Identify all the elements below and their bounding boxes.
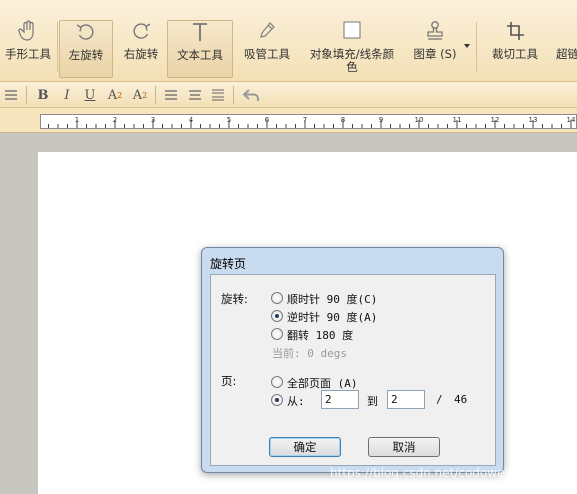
from-page-input[interactable]: 2 <box>321 390 359 409</box>
fill-color-icon <box>337 20 367 42</box>
current-rotation-text: 当前: 0 degs <box>272 347 347 360</box>
tool-label-wrap: 色 <box>346 60 358 74</box>
ruler-label: 11 <box>453 116 462 124</box>
ruler-label: 8 <box>341 116 345 124</box>
ruler-label: 10 <box>415 116 424 124</box>
text-tool-icon <box>185 21 215 43</box>
flip-180-radio[interactable] <box>271 328 283 340</box>
clockwise-90-label[interactable]: 顺时针 90 度(C) <box>287 291 377 307</box>
pdf-editor-window: 手形工具 左旋转 右旋转 文本工具 吸管工具 对象填充/线条颜 色 图章 (S)… <box>0 0 577 494</box>
paragraph-menu-icon[interactable] <box>2 86 20 104</box>
watermark-text: https://blog.csdn.net/codowei0306 <box>330 466 539 480</box>
ruler-label: 14 <box>567 116 576 124</box>
toolbar-divider <box>476 22 477 72</box>
ok-button[interactable]: 确定 <box>269 437 341 457</box>
flip-180-label[interactable]: 翻转 180 度 <box>287 327 353 343</box>
all-pages-label[interactable]: 全部页面 (A) <box>287 375 358 391</box>
tool-label: 右旋转 <box>123 47 159 61</box>
superscript-letter: A <box>107 87 118 103</box>
tool-label: 裁切工具 <box>492 47 538 61</box>
tool-label: 超链 <box>556 47 577 61</box>
ruler-label: 2 <box>113 116 117 124</box>
total-separator: / <box>436 393 443 406</box>
dialog-title: 旋转页 <box>210 257 247 271</box>
stamp-icon <box>420 20 450 42</box>
from-label[interactable]: 从: <box>287 393 305 409</box>
hand-tool-button[interactable]: 手形工具 <box>0 20 56 78</box>
ruler-label: 12 <box>491 116 500 124</box>
tool-label: 文本工具 <box>177 48 223 62</box>
rotate-page-dialog: 旋转页 旋转: 顺时针 90 度(C) 逆时针 90 度(A) 翻转 180 度… <box>201 247 504 473</box>
rotate-left-button[interactable]: 左旋转 <box>59 20 113 78</box>
stamp-dropdown-arrow[interactable] <box>464 44 470 48</box>
tool-label: 左旋转 <box>68 48 104 62</box>
fill-color-button[interactable]: 对象填充/线条颜 色 <box>301 20 403 78</box>
crop-icon <box>500 20 530 42</box>
cancel-button[interactable]: 取消 <box>368 437 440 457</box>
dialog-body: 旋转: 顺时针 90 度(C) 逆时针 90 度(A) 翻转 180 度 当前:… <box>210 274 496 466</box>
rotate-right-button[interactable]: 右旋转 <box>115 20 167 78</box>
bold-button[interactable]: B <box>34 86 52 104</box>
ruler-label: 1 <box>75 116 79 124</box>
rotate-left-icon <box>71 21 101 43</box>
ruler-label: 9 <box>379 116 383 124</box>
toolbar-divider <box>26 86 27 104</box>
subscript-button[interactable]: A2 <box>131 86 149 104</box>
counterclockwise-90-radio[interactable] <box>271 310 283 322</box>
to-label: 到 <box>367 395 378 408</box>
superscript-button[interactable]: A2 <box>106 86 124 104</box>
format-toolbar: B I U A2 A2 <box>0 82 577 108</box>
crop-tool-button[interactable]: 裁切工具 <box>484 20 546 78</box>
eyedropper-tool-button[interactable]: 吸管工具 <box>238 20 296 78</box>
ruler-label: 13 <box>529 116 538 124</box>
counterclockwise-90-label[interactable]: 逆时针 90 度(A) <box>287 309 377 325</box>
tool-label: 手形工具 <box>5 47 51 61</box>
ruler-label: 7 <box>303 116 307 124</box>
rotate-right-icon <box>126 20 156 42</box>
rotation-label: 旋转: <box>221 292 248 306</box>
toolbar-divider <box>233 86 234 104</box>
to-page-input[interactable]: 2 <box>387 390 425 409</box>
total-pages: 46 <box>454 393 468 406</box>
hand-icon <box>13 20 43 42</box>
ruler-label: 3 <box>151 116 155 124</box>
ruler-label: 6 <box>265 116 270 124</box>
text-tool-button[interactable]: 文本工具 <box>167 20 233 78</box>
subscript-letter: A <box>132 87 143 103</box>
stamp-tool-button[interactable]: 图章 (S) <box>408 20 462 78</box>
toolbar-divider <box>155 86 156 104</box>
subscript-mark: 2 <box>142 90 148 100</box>
underline-button[interactable]: U <box>81 86 99 104</box>
all-pages-radio[interactable] <box>271 376 283 388</box>
pages-label: 页: <box>221 374 237 388</box>
ruler-label: 4 <box>189 116 194 124</box>
page-range-radio[interactable] <box>271 394 283 406</box>
align-left-icon[interactable] <box>162 86 180 104</box>
toolbar-divider <box>57 22 58 72</box>
tool-label: 吸管工具 <box>244 47 290 61</box>
ruler-label: 5 <box>227 116 231 124</box>
clockwise-90-radio[interactable] <box>271 292 283 304</box>
horizontal-ruler[interactable]: 1 2 3 4 5 6 7 8 9 10 11 12 13 14 <box>40 114 577 129</box>
justify-icon[interactable] <box>209 86 227 104</box>
hyperlink-tool-button[interactable]: 超链 <box>550 20 577 78</box>
tool-label: 图章 (S) <box>413 47 457 61</box>
italic-button[interactable]: I <box>58 86 76 104</box>
superscript-mark: 2 <box>117 90 123 100</box>
align-center-icon[interactable] <box>186 86 204 104</box>
link-icon <box>550 20 577 42</box>
main-toolbar: 手形工具 左旋转 右旋转 文本工具 吸管工具 对象填充/线条颜 色 图章 (S)… <box>0 0 577 82</box>
ruler-ticks: 1 2 3 4 5 6 7 8 9 10 11 12 13 14 <box>48 116 576 128</box>
eyedropper-icon <box>252 20 282 42</box>
undo-icon[interactable] <box>242 86 260 104</box>
